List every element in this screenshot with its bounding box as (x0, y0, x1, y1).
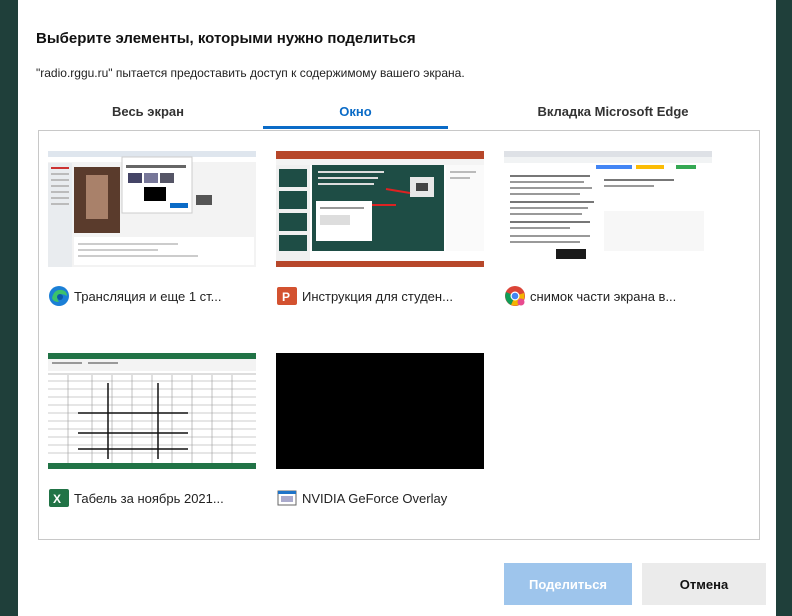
powerpoint-icon: P (276, 285, 298, 307)
window-thumbnail (48, 151, 256, 267)
dialog-title: Выберите элементы, которыми нужно подели… (36, 30, 416, 47)
window-item-broadcast[interactable]: Трансляция и еще 1 ст... (48, 151, 256, 311)
tab-label: Окно (339, 104, 372, 119)
window-thumbnail (276, 353, 484, 469)
cancel-button[interactable]: Отмена (642, 563, 766, 605)
chrome-icon (504, 285, 526, 307)
app-window-icon (276, 487, 298, 509)
window-grid: Трансляция и еще 1 ст... P Инструкция дл… (38, 130, 760, 540)
edge-icon (48, 285, 70, 307)
tab-entire-screen[interactable]: Весь экран (38, 98, 258, 130)
tab-label: Вкладка Microsoft Edge (537, 104, 689, 119)
window-item-label-row: Трансляция и еще 1 ст... (48, 284, 263, 308)
window-item-nvidia-overlay[interactable]: NVIDIA GeForce Overlay (276, 353, 484, 513)
window-item-label-row: P Инструкция для студен... (276, 284, 491, 308)
window-title: Инструкция для студен... (302, 288, 453, 304)
window-title: снимок части экрана в... (530, 288, 677, 304)
tab-label: Весь экран (112, 104, 184, 119)
window-item-label-row: снимок части экрана в... (504, 284, 719, 308)
share-button[interactable]: Поделиться (504, 563, 632, 605)
window-title: Табель за ноябрь 2021... (74, 490, 224, 506)
excel-icon: X (48, 487, 70, 509)
svg-text:X: X (53, 492, 61, 506)
window-item-instructions[interactable]: P Инструкция для студен... (276, 151, 484, 311)
tab-window[interactable]: Окно (263, 98, 448, 130)
window-thumbnail (48, 353, 256, 469)
window-item-label-row: X Табель за ноябрь 2021... (48, 486, 263, 510)
window-thumbnail (504, 151, 712, 267)
window-item-timesheet[interactable]: X Табель за ноябрь 2021... (48, 353, 256, 513)
source-tabs: Весь экран Окно Вкладка Microsoft Edge (38, 98, 758, 130)
window-item-screenshot[interactable]: снимок части экрана в... (504, 151, 712, 311)
window-title: Трансляция и еще 1 ст... (74, 288, 222, 304)
svg-text:P: P (282, 290, 290, 304)
active-tab-indicator (263, 126, 448, 129)
window-title: NVIDIA GeForce Overlay (302, 490, 448, 506)
dialog-subtitle: "radio.rggu.ru" пытается предоставить до… (36, 66, 465, 80)
window-thumbnail (276, 151, 484, 267)
share-dialog: Выберите элементы, которыми нужно подели… (18, 0, 776, 616)
tab-edge-tab[interactable]: Вкладка Microsoft Edge (468, 98, 758, 130)
window-item-label-row: NVIDIA GeForce Overlay (276, 486, 491, 510)
